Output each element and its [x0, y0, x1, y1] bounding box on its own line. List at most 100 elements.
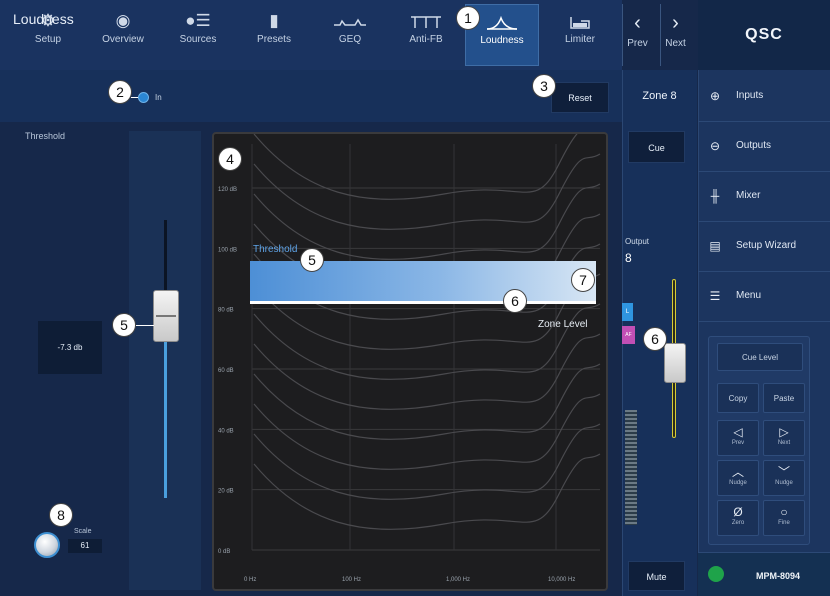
wizard-icon: ▤: [709, 239, 721, 253]
copy-button[interactable]: Copy: [717, 383, 759, 413]
threshold-value-field[interactable]: -7.3 db: [38, 321, 102, 374]
geq-icon: [322, 8, 378, 34]
x-tick-label: 100 Hz: [342, 577, 361, 583]
threshold-label: Threshold: [25, 131, 66, 141]
y-tick-label: 20 dB: [218, 489, 234, 495]
output-label: Output: [625, 237, 650, 246]
chevron-down-icon: ﹀: [777, 465, 790, 479]
tag-af: AF: [622, 326, 635, 344]
y-tick-label: 120 dB: [218, 187, 237, 193]
callout-1: 1: [456, 6, 480, 30]
callout-2: 2: [108, 80, 132, 104]
cue-button[interactable]: Cue: [628, 131, 685, 163]
zero-icon: Ø: [733, 505, 743, 519]
callout-7: 7: [571, 268, 595, 292]
outputs-icon: ⊖: [709, 139, 721, 153]
in-label: In: [155, 93, 162, 102]
presets-icon: ▮: [269, 11, 279, 30]
tab-sources[interactable]: ●☰ Sources: [170, 4, 226, 66]
top-nav: ⚙ Setup ◉ Overview ●☰ Sources ▮ Presets …: [0, 0, 686, 70]
fine-button[interactable]: ○ Fine: [763, 500, 805, 536]
tab-overview[interactable]: ◉ Overview: [92, 4, 154, 66]
callout-5-graph: 5: [300, 248, 324, 272]
sidebar-item-menu[interactable]: ☰ Menu: [698, 272, 830, 322]
loudness-curve: [253, 134, 578, 200]
output-number: 8: [625, 251, 632, 265]
y-tick-label: 40 dB: [218, 428, 234, 434]
triangle-right-icon: ▷: [779, 425, 789, 439]
fine-icon: ○: [780, 505, 788, 519]
sidebar-item-outputs[interactable]: ⊖ Outputs: [698, 122, 830, 172]
callout-5-fader: 5: [112, 313, 136, 337]
loudness-curve: [253, 423, 601, 500]
page-header: [0, 70, 622, 122]
output-fader-knob[interactable]: [664, 343, 686, 383]
loudness-curve: [253, 393, 601, 470]
anti-fb-icon: [398, 8, 454, 34]
loudness-curve: [253, 303, 601, 380]
x-tick-label: 10,000 Hz: [548, 577, 575, 583]
loudness-graph[interactable]: 120 dB 100 dB 80 dB 60 dB 40 dB 20 dB 0 dB 0 Hz…: [212, 132, 608, 591]
inputs-icon: ⊕: [709, 89, 721, 103]
wifi-icon: [708, 566, 724, 582]
callout-4: 4: [218, 147, 242, 171]
y-tick-label: 80 dB: [218, 308, 234, 314]
cue-next-button[interactable]: ▷ Next: [763, 420, 805, 456]
loudness-curve: [253, 363, 601, 440]
y-tick-label: 0 dB: [218, 549, 230, 555]
nudge-up-button[interactable]: ︿ Nudge: [717, 460, 759, 496]
zero-button[interactable]: Ø Zero: [717, 500, 759, 536]
threshold-fader-knob[interactable]: [153, 290, 179, 342]
tab-geq[interactable]: GEQ: [322, 4, 378, 66]
qsc-logo: QSC: [698, 0, 830, 70]
loudness-curve: [253, 333, 601, 410]
callout-3: 3: [532, 74, 556, 98]
loudness-curve: [253, 453, 601, 530]
y-tick-label: 60 dB: [218, 368, 234, 374]
chevron-left-icon: ‹: [634, 12, 641, 34]
scale-knob[interactable]: [34, 532, 60, 558]
y-tick-label: 100 dB: [218, 247, 237, 253]
x-tick-label: 0 Hz: [244, 577, 256, 583]
app-window: ⚙ Setup ◉ Overview ●☰ Sources ▮ Presets …: [0, 0, 830, 596]
nudge-down-button[interactable]: ﹀ Nudge: [763, 460, 805, 496]
sidebar-item-setup-wizard[interactable]: ▤ Setup Wizard: [698, 222, 830, 272]
scale-label: Scale: [74, 528, 92, 535]
output-meter: [625, 410, 637, 525]
tab-limiter[interactable]: Limiter: [552, 4, 608, 66]
mixer-icon: ╫: [710, 189, 720, 203]
loudness-curve: [253, 153, 601, 230]
tag-l: L: [622, 303, 633, 321]
tab-presets[interactable]: ▮ Presets: [246, 4, 302, 66]
zone-level-label: Zone Level: [538, 319, 588, 330]
loudness-curves: 120 dB 100 dB 80 dB 60 dB 40 dB 20 dB 0 dB 0 Hz…: [218, 134, 601, 583]
cue-prev-button[interactable]: ◁ Prev: [717, 420, 759, 456]
next-button[interactable]: › Next: [660, 4, 690, 66]
threshold-fader-fill: [164, 320, 167, 498]
loudness-in-toggle[interactable]: [138, 92, 149, 103]
tab-anti-fb[interactable]: Anti-FB: [398, 4, 454, 66]
paste-button[interactable]: Paste: [763, 383, 805, 413]
callout-5-leader: [136, 325, 154, 326]
chevron-up-icon: ︿: [731, 465, 744, 479]
mute-button[interactable]: Mute: [628, 561, 685, 591]
zone-title: Zone 8: [642, 90, 677, 102]
sidebar-item-inputs[interactable]: ⊕ Inputs: [698, 72, 830, 122]
device-name: MPM-8094: [756, 571, 801, 581]
sources-icon: ●☰: [185, 11, 211, 30]
cue-level-button[interactable]: Cue Level: [717, 343, 803, 371]
scale-value-field[interactable]: 61: [68, 539, 102, 553]
callout-2-leader: [131, 97, 138, 98]
menu-icon: ☰: [709, 289, 721, 303]
sidebar-item-mixer[interactable]: ╫ Mixer: [698, 172, 830, 222]
limiter-icon: [552, 8, 608, 34]
triangle-left-icon: ◁: [733, 425, 743, 439]
x-tick-label: 1,000 Hz: [446, 577, 470, 583]
callout-6-output: 6: [643, 327, 667, 351]
page-title: Loudness: [13, 11, 74, 27]
chevron-right-icon: ›: [672, 12, 679, 34]
callout-6-graph: 6: [503, 289, 527, 313]
prev-button[interactable]: ‹ Prev: [622, 4, 652, 66]
reset-button[interactable]: Reset: [551, 82, 609, 113]
eye-icon: ◉: [115, 11, 131, 30]
